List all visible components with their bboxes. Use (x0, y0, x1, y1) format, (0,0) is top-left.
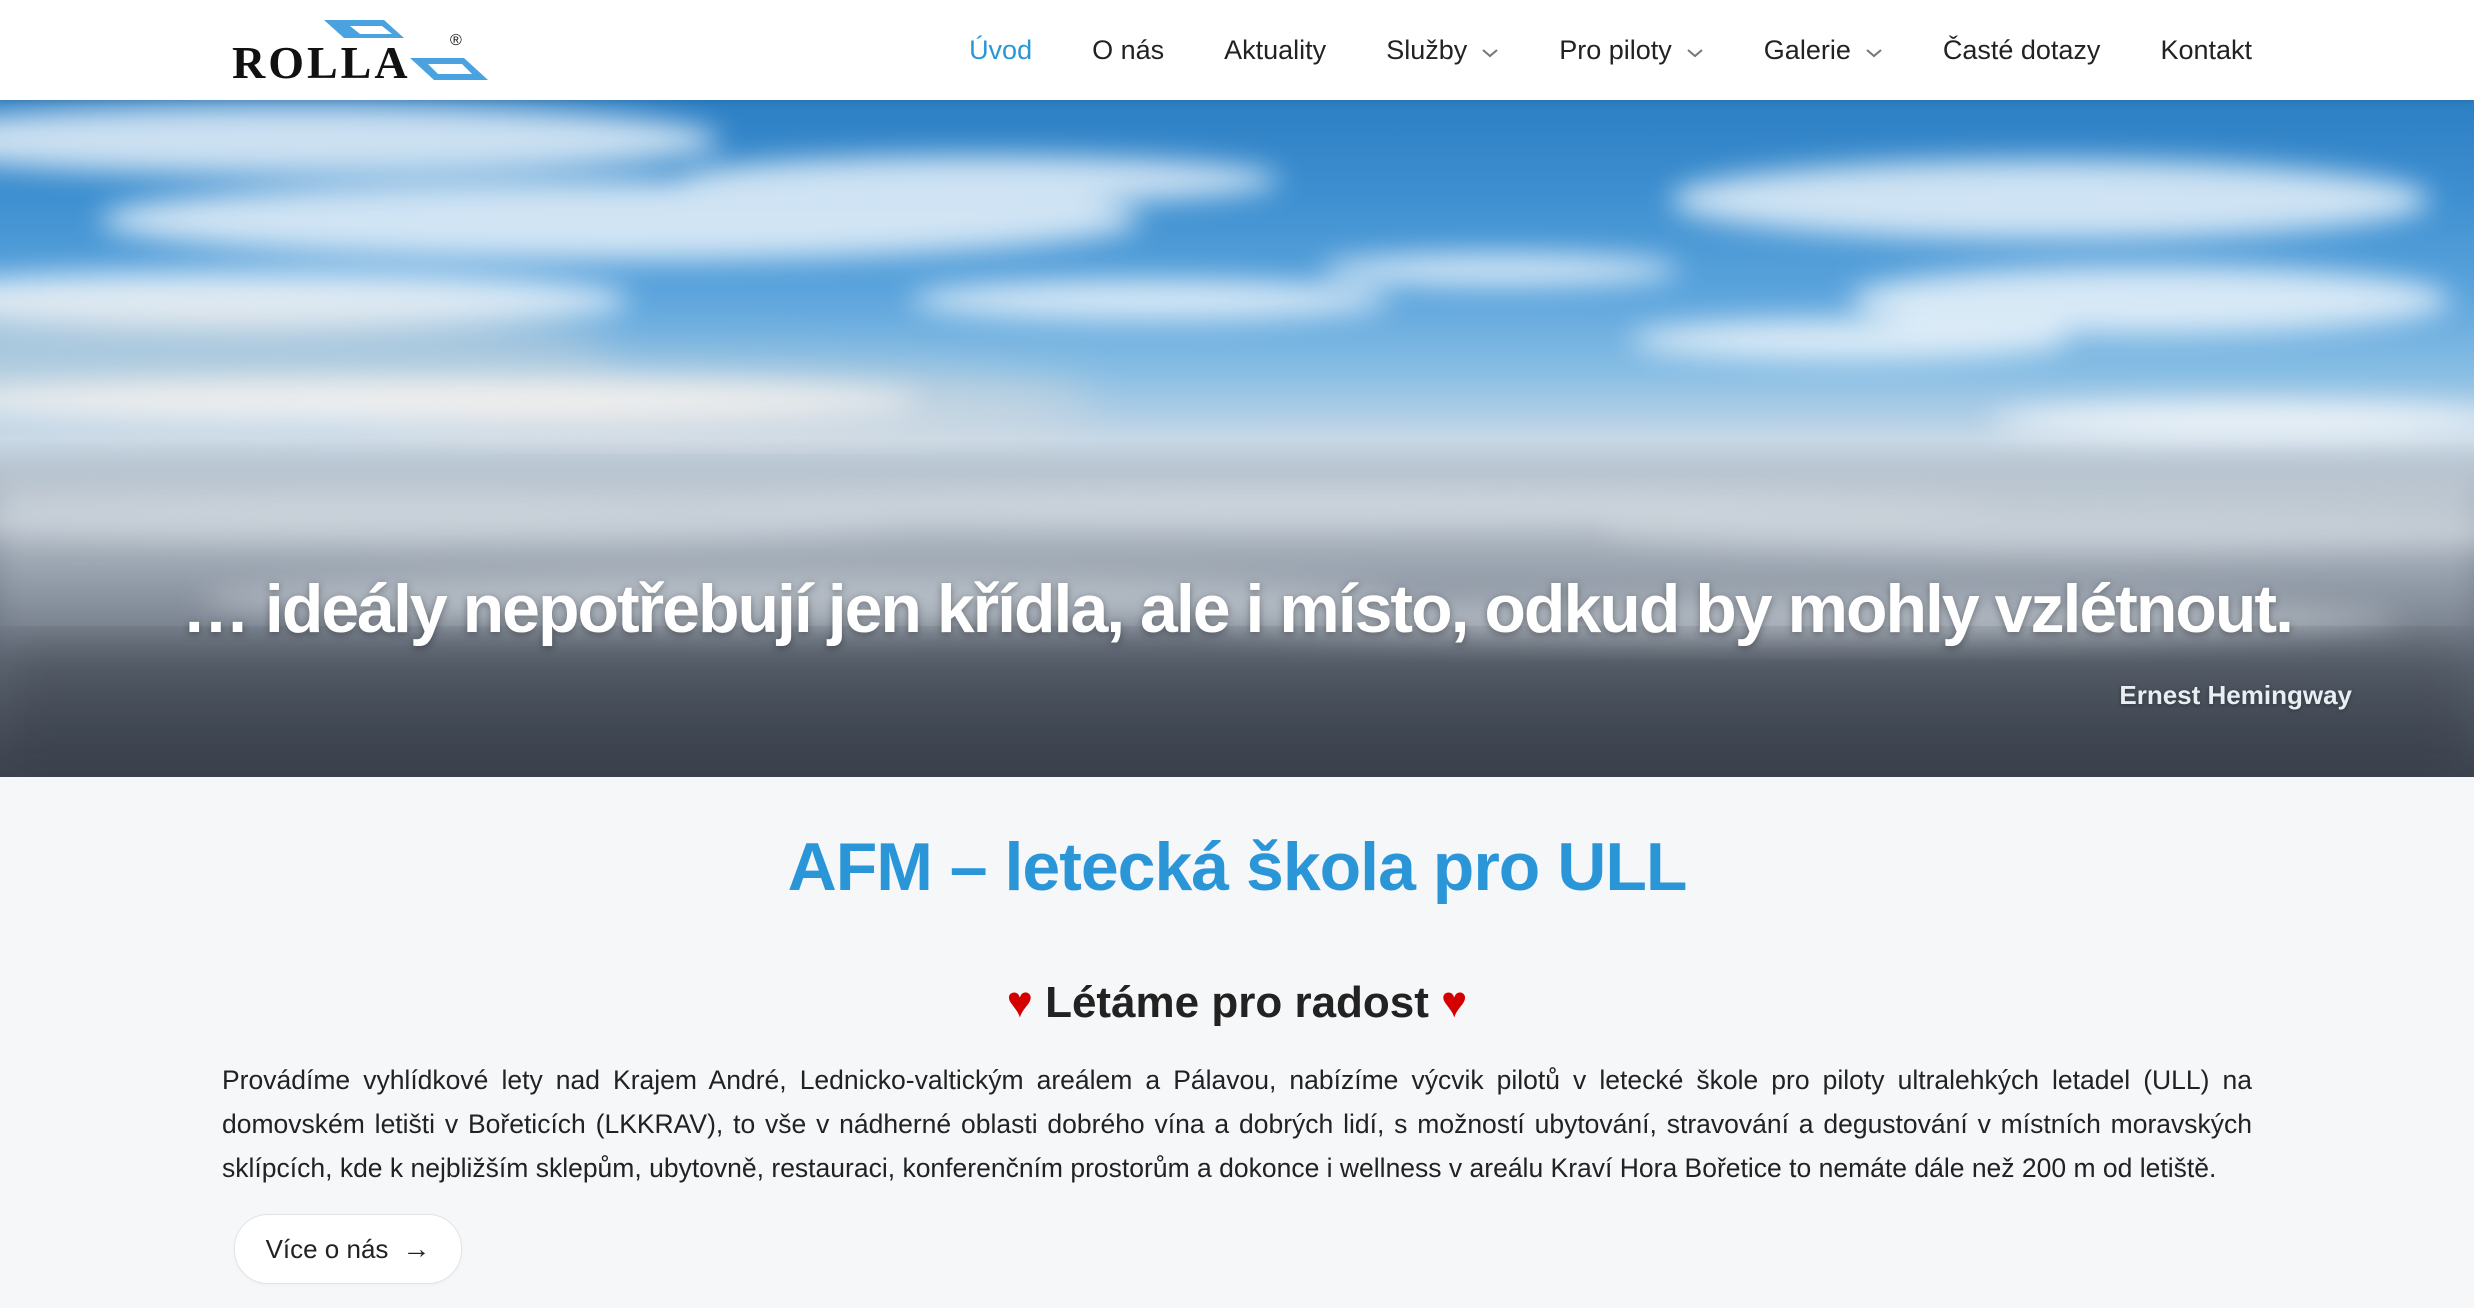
nav-item-caste-dotazy[interactable]: Časté dotazy (1943, 35, 2101, 66)
hero-quote: … ideály nepotřebují jen křídla, ale i m… (182, 571, 2294, 647)
heart-icon: ♥ (1006, 978, 1033, 1027)
nav-item-sluzby[interactable]: Služby (1386, 35, 1499, 66)
registered-mark: ® (450, 32, 462, 49)
nav-item-label: Galerie (1763, 34, 1851, 65)
arrow-right-icon: → (402, 1233, 431, 1264)
more-about-us-button[interactable]: Více o nás → (234, 1214, 462, 1284)
nav-item-label: Služby (1386, 34, 1468, 65)
nav-item-galerie[interactable]: Galerie (1764, 35, 1883, 66)
sky-clouds-background (0, 105, 2474, 777)
main-navigation: Úvod O nás Aktuality Služby Pro piloty G… (909, 0, 2252, 100)
nav-item-label: Časté dotazy (1942, 34, 2101, 65)
nav-item-aktuality[interactable]: Aktuality (1224, 35, 1326, 66)
heart-icon: ♥ (1441, 978, 1468, 1027)
nav-item-label: Aktuality (1224, 34, 1327, 65)
quote-author: Ernest Hemingway (2119, 680, 2352, 710)
rolla-logo[interactable]: ROLLA ® (232, 12, 492, 88)
nav-item-pro-piloty[interactable]: Pro piloty (1559, 35, 1704, 66)
nav-item-label: O nás (1092, 34, 1165, 65)
nav-item-label: Úvod (969, 34, 1033, 65)
nav-item-o-nas[interactable]: O nás (1092, 35, 1164, 66)
logo-text: ROLLA (232, 37, 411, 88)
page-title: AFM – letecká škola pro ULL (787, 829, 1688, 905)
chevron-down-icon (1865, 35, 1883, 66)
intro-paragraph: Provádíme vyhlídkové lety nad Krajem And… (222, 1065, 2252, 1183)
button-label: Více o nás (265, 1233, 389, 1264)
subtitle-text: Létáme pro radost (1045, 978, 1429, 1027)
section-subtitle: ♥ Létáme pro radost ♥ (0, 978, 2474, 1028)
chevron-down-icon (1481, 35, 1499, 66)
nav-item-kontakt[interactable]: Kontakt (2160, 35, 2252, 66)
hero-banner: … ideály nepotřebují jen křídla, ale i m… (0, 100, 2474, 777)
nav-item-uvod[interactable]: Úvod (969, 35, 1032, 66)
site-header: ROLLA ® Úvod O nás Aktuality Služby Pro … (0, 0, 2474, 100)
chevron-down-icon (1686, 35, 1704, 66)
nav-item-label: Kontakt (2160, 34, 2252, 65)
nav-item-label: Pro piloty (1559, 34, 1672, 65)
